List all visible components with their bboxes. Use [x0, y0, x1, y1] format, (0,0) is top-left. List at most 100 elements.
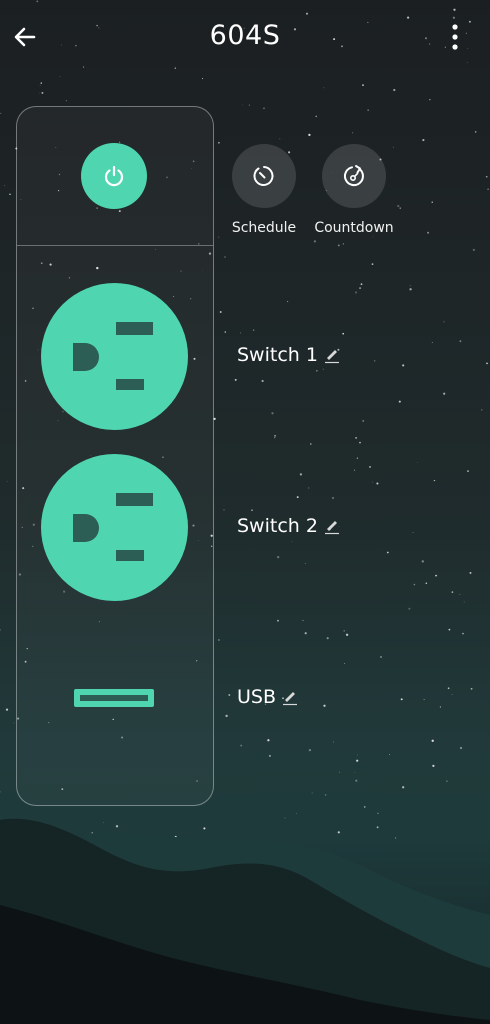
- star: [421, 560, 424, 563]
- star: [422, 139, 425, 142]
- page-title: 604S: [209, 20, 281, 51]
- star: [469, 571, 472, 574]
- star: [9, 193, 11, 196]
- outlet-1-toggle[interactable]: [41, 283, 188, 430]
- star: [277, 619, 279, 622]
- star: [369, 465, 371, 468]
- star: [355, 437, 357, 439]
- star: [224, 256, 226, 258]
- pencil-icon: [283, 692, 298, 706]
- star: [398, 400, 401, 403]
- star: [376, 482, 379, 485]
- star: [362, 84, 364, 86]
- star: [299, 473, 303, 476]
- star: [251, 509, 253, 512]
- app-header: 604S: [0, 0, 490, 78]
- star: [310, 443, 312, 445]
- switch-2-name: Switch 2: [237, 515, 318, 537]
- star: [356, 759, 359, 762]
- star: [344, 663, 346, 665]
- pencil-icon: [324, 521, 339, 535]
- star: [342, 332, 345, 335]
- star: [432, 764, 435, 768]
- star: [219, 311, 222, 313]
- star: [202, 78, 204, 80]
- star: [356, 457, 358, 459]
- star: [409, 285, 411, 287]
- star: [271, 412, 274, 415]
- switch-1-row[interactable]: Switch 1: [237, 344, 342, 366]
- star: [443, 321, 445, 323]
- star: [274, 434, 277, 437]
- star: [467, 470, 469, 472]
- usb-name: USB: [237, 686, 277, 708]
- star: [462, 632, 464, 635]
- star: [451, 591, 454, 593]
- star: [316, 370, 318, 372]
- star: [448, 628, 451, 631]
- power-strip-panel: [16, 106, 214, 806]
- star: [308, 133, 311, 137]
- star: [459, 340, 462, 343]
- usb-edit-button[interactable]: [280, 687, 300, 707]
- usb-port-toggle[interactable]: [74, 689, 154, 707]
- star: [13, 722, 15, 724]
- star: [324, 794, 327, 796]
- star: [41, 91, 44, 94]
- star: [263, 107, 265, 110]
- star: [228, 694, 231, 696]
- star: [345, 633, 349, 636]
- star: [6, 481, 8, 482]
- star: [386, 551, 389, 554]
- schedule-label: Schedule: [231, 220, 297, 236]
- star: [315, 115, 317, 118]
- star: [248, 104, 250, 106]
- star: [308, 487, 310, 489]
- star: [433, 480, 435, 482]
- star: [252, 329, 255, 331]
- star: [268, 754, 271, 757]
- star: [115, 825, 119, 828]
- countdown-circle: [322, 144, 386, 208]
- star: [354, 772, 356, 773]
- schedule-circle: [232, 144, 296, 208]
- usb-row[interactable]: USB: [237, 686, 300, 708]
- switch-2-row[interactable]: Switch 2: [237, 515, 342, 537]
- star: [374, 360, 376, 362]
- star: [352, 132, 354, 134]
- star: [337, 831, 340, 834]
- switch-2-edit-button[interactable]: [322, 516, 342, 536]
- star: [487, 188, 489, 191]
- pencil-icon: [324, 350, 339, 364]
- star: [322, 368, 324, 370]
- star: [267, 739, 270, 742]
- star: [377, 812, 379, 815]
- countdown-button[interactable]: Countdown: [304, 144, 404, 238]
- outlet-icon: [73, 322, 153, 390]
- star: [463, 601, 465, 603]
- outlet-icon: [73, 493, 153, 561]
- star: [359, 287, 362, 290]
- star: [234, 378, 237, 381]
- star: [356, 754, 358, 756]
- switch-1-edit-button[interactable]: [322, 345, 342, 365]
- star: [65, 100, 68, 102]
- star: [431, 201, 433, 203]
- star: [372, 481, 373, 483]
- more-options-button[interactable]: [440, 20, 470, 54]
- outlet-2-toggle[interactable]: [41, 454, 188, 601]
- star: [311, 792, 313, 794]
- power-icon: [104, 165, 124, 187]
- star: [431, 739, 434, 742]
- star: [39, 85, 41, 87]
- star: [4, 185, 5, 186]
- schedule-button[interactable]: Schedule: [214, 144, 314, 238]
- master-power-button[interactable]: [81, 143, 147, 209]
- star: [359, 441, 361, 444]
- star: [427, 231, 430, 234]
- star: [353, 469, 356, 471]
- star: [367, 109, 369, 111]
- countdown-label: Countdown: [314, 220, 394, 236]
- star: [443, 392, 446, 395]
- star: [417, 462, 418, 463]
